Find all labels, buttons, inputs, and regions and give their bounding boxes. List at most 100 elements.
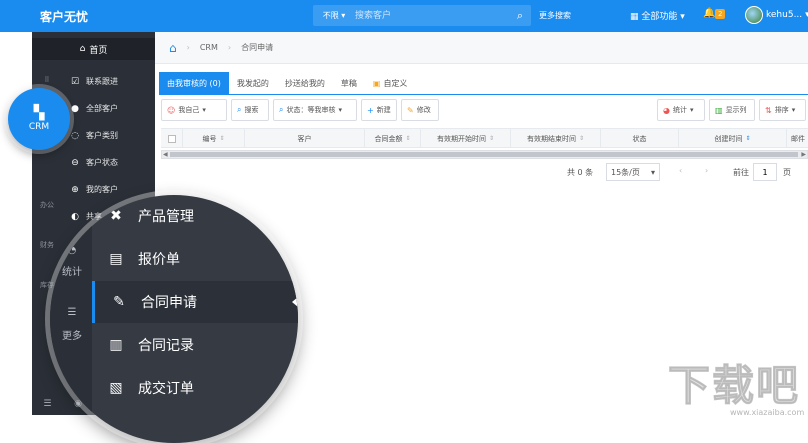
menu-item-product-management[interactable]: ✖ 产品管理 (92, 195, 298, 237)
watermark-logo: 下载吧 (667, 361, 801, 411)
user-icon: ● (71, 103, 79, 114)
horizontal-scrollbar[interactable]: ◀ ▶ (161, 150, 808, 159)
sort-icon: ⇕ (405, 135, 411, 142)
scrollbar-thumb[interactable] (170, 152, 798, 157)
column-customer[interactable]: 客户 (245, 129, 365, 148)
watermark-url: www.xiazaiba.com (730, 408, 805, 417)
search-input[interactable] (355, 6, 509, 25)
page-unit: 页 (783, 168, 791, 177)
zoom-module-column: ◔ 统计 ☰ 更多 (50, 195, 92, 443)
contract-edit-icon: ✎ (113, 294, 125, 310)
quote-doc-icon: ▤ (109, 251, 123, 267)
order-icon: ▧ (109, 380, 123, 396)
app-title: 客户无忧 (40, 10, 89, 24)
select-all-checkbox[interactable] (161, 129, 183, 148)
checkbox-icon: ☑ (70, 76, 80, 87)
menu-item-orders[interactable]: ▧ 成交订单 (92, 367, 298, 409)
page-number-input[interactable] (753, 163, 777, 181)
bell-icon[interactable]: 🔔 (703, 8, 715, 19)
next-page-icon[interactable]: › (705, 166, 708, 175)
search-scope-select[interactable]: 不限 ▾ (313, 10, 355, 21)
chevron-down-icon: ▾ (791, 106, 796, 114)
tab-bar: 由我审核的 (0) 我发起的 抄送给我的 草稿 ▣ 自定义 (159, 72, 415, 94)
columns-icon: ▥ (715, 105, 723, 115)
search-icon: ⌕ (237, 105, 242, 114)
sidebar-item-customer-status[interactable]: ⊖ 客户状态 (70, 149, 155, 176)
lock-user-icon: ⊕ (71, 184, 79, 195)
chevron-right-icon: › (227, 43, 232, 52)
grid-icon: ▦ (630, 12, 639, 22)
more-search-link[interactable]: 更多搜索 (539, 10, 571, 21)
pie-chart-icon: ◔ (67, 245, 77, 256)
sort-desc-icon: ⇕ (745, 135, 751, 142)
chevron-down-icon: ▾ (689, 106, 694, 114)
module-stats[interactable]: 统计 (52, 263, 92, 278)
menu-item-contract-records[interactable]: ▥ 合同记录 (92, 324, 298, 366)
sidebar-item-follow-up[interactable]: ☑ 联系跟进 (70, 68, 155, 95)
column-number[interactable]: 编号 ⇕ (183, 129, 245, 148)
arrow-left-icon[interactable]: ◀ (163, 151, 168, 158)
notification-badge: 2 (715, 9, 726, 19)
circle-chevron-icon: ◌ (71, 130, 79, 141)
pagination: 共 0 条 15条/页 ▾ ‹ › 前往 页 (155, 163, 808, 183)
columns-button[interactable]: ▥ 显示列 (709, 99, 755, 121)
page-size-select[interactable]: 15条/页 ▾ (606, 163, 660, 181)
top-bar: 客户无忧 不限 ▾ ⌕ 更多搜索 ▦ 全部功能 ▾ 🔔 2 kehu5... ▾ (0, 0, 808, 32)
tab-drafts[interactable]: 草稿 (333, 72, 365, 94)
list-icon: ☰ (67, 307, 77, 318)
scope-select[interactable]: ☺ 我自己 ▾ (161, 99, 227, 121)
sort-button[interactable]: ⇅ 排序 ▾ (759, 99, 806, 121)
avatar (745, 6, 763, 24)
column-status[interactable]: 状态 (601, 129, 679, 148)
toolbar: ☺ 我自己 ▾ ⌕ 搜索 ⌕ 状态：等我审核 ▾ + 新建 ✎ 修改 ◕ 统计 … (161, 99, 806, 121)
column-valid-start[interactable]: 有效期开始时间 ⇕ (421, 129, 511, 148)
user-circle-icon: ☺ (167, 105, 176, 115)
tab-cc-to-me[interactable]: 抄送给我的 (277, 72, 333, 94)
tab-to-review[interactable]: 由我审核的 (0) (159, 72, 229, 94)
breadcrumb-page: 合同申请 (241, 43, 274, 52)
grid-icon: ▚ (33, 105, 45, 121)
new-button[interactable]: + 新建 (361, 99, 397, 121)
circle-dash-icon: ⊖ (71, 157, 79, 168)
search-icon[interactable]: ⌕ (509, 9, 531, 23)
sort-icon: ⇅ (765, 105, 772, 115)
column-contract-amount[interactable]: 合同金额 ⇕ (365, 129, 421, 148)
home-icon: ⌂ (79, 44, 86, 54)
home-icon[interactable]: ⌂ (169, 41, 177, 55)
column-email[interactable]: 邮件 (787, 129, 808, 148)
chevron-down-icon: ▾ (338, 106, 342, 114)
apps-icon[interactable]: ⠿ (32, 76, 62, 84)
custom-icon: ▣ (372, 78, 381, 88)
sort-icon: ⇕ (219, 135, 225, 142)
edit-button[interactable]: ✎ 修改 (401, 99, 439, 121)
sidebar-item-all-customers[interactable]: ● 全部客户 (70, 95, 155, 122)
goto-label: 前往 (733, 168, 749, 177)
search-box: 不限 ▾ ⌕ (313, 5, 531, 26)
zoom-menu: ◔ 统计 ☰ 更多 ✖ 产品管理 ▤ 报价单 ✎ 合同申请 ▥ 合同记录 ▧ 成… (50, 195, 298, 443)
module-more[interactable]: 更多 (52, 327, 92, 342)
crm-module-button[interactable]: ▚ CRM (8, 88, 70, 150)
prev-page-icon[interactable]: ‹ (679, 166, 682, 175)
search-button[interactable]: ⌕ 搜索 (231, 99, 269, 121)
tab-initiated[interactable]: 我发起的 (229, 72, 277, 94)
status-filter-select[interactable]: ⌕ 状态：等我审核 ▾ (273, 99, 357, 121)
chevron-right-icon: › (186, 43, 190, 52)
wrench-icon: ✖ (110, 208, 122, 224)
total-count: 共 0 条 (567, 168, 594, 177)
all-functions-menu[interactable]: ▦ 全部功能 ▾ (630, 9, 685, 22)
menu-item-contract-application[interactable]: ✎ 合同申请 (92, 281, 298, 323)
sidebar-item-home[interactable]: ⌂ 首页 (32, 38, 155, 60)
menu-item-quotation[interactable]: ▤ 报价单 (92, 238, 298, 280)
plus-icon: + (367, 105, 374, 115)
arrow-right-icon[interactable]: ▶ (801, 151, 806, 158)
column-created-time[interactable]: 创建时间 ⇕ (679, 129, 787, 148)
sidebar-item-customer-category[interactable]: ◌ 客户类别 (70, 122, 155, 149)
breadcrumb-module[interactable]: CRM (200, 43, 218, 52)
tab-custom[interactable]: ▣ 自定义 (365, 72, 416, 94)
sort-icon: ⇕ (578, 135, 585, 142)
chevron-down-icon: ▾ (650, 167, 655, 177)
stats-button[interactable]: ◕ 统计 ▾ (657, 99, 705, 121)
search-icon: ⌕ (279, 105, 284, 114)
column-valid-end[interactable]: 有效期结束时间 ⇕ (511, 129, 601, 148)
user-menu[interactable]: kehu5... ▾ (745, 6, 808, 24)
